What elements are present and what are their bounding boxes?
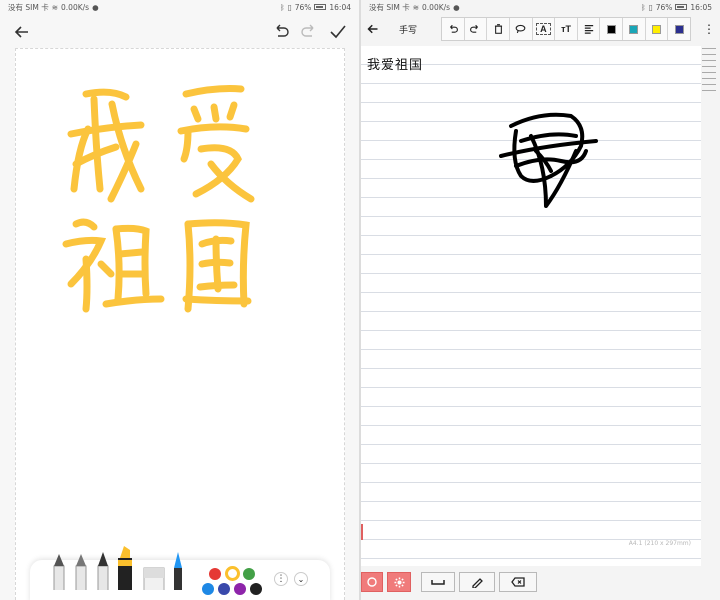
bluetooth-icon: ᛒ	[641, 2, 646, 12]
fountain-pen-icon	[53, 554, 65, 590]
color-black-dot[interactable]	[250, 583, 262, 595]
page-title: 手写	[399, 26, 418, 36]
pen-tray: ⋮ ⌄	[30, 546, 330, 600]
back-arrow-icon[interactable]	[10, 20, 34, 44]
pencil-icon	[75, 554, 87, 590]
wifi-icon: ≋	[51, 2, 59, 12]
battery-text: 76%	[294, 2, 312, 12]
color-indigo-dot[interactable]	[218, 583, 230, 595]
more-vertical-icon[interactable]: ⋮	[701, 19, 717, 39]
redo-icon[interactable]	[465, 18, 488, 40]
settings-icon[interactable]	[387, 572, 411, 592]
status-bar: 没有 SIM 卡 ≋ 0.00K/s ● ᛒ ▯ 76% 16:05	[361, 0, 720, 14]
trash-icon[interactable]	[487, 18, 510, 40]
eraser-pen-icon[interactable]	[459, 572, 495, 592]
color-swatch-teal[interactable]	[623, 18, 646, 40]
color-red-dot[interactable]	[209, 568, 221, 580]
pen-tools	[53, 546, 182, 590]
carrier-text: 没有 SIM 卡	[8, 2, 49, 12]
time-text: 16:05	[690, 2, 712, 12]
edit-toolbar: A ᴛT	[441, 17, 691, 41]
color-green-dot[interactable]	[243, 568, 255, 580]
time-text: 16:04	[329, 2, 351, 12]
color-swatch-navy[interactable]	[668, 18, 690, 40]
status-bar: 没有 SIM 卡 ≋ 0.00K/s ● ᛒ ▯ 76% 16:04	[0, 0, 359, 14]
backspace-icon[interactable]	[499, 572, 537, 592]
color-swatch-yellow[interactable]	[646, 18, 669, 40]
scribble-drawing	[499, 112, 598, 208]
lasso-icon[interactable]	[510, 18, 533, 40]
back-arrow-icon[interactable]	[363, 19, 383, 39]
drawing-canvas[interactable]	[15, 48, 345, 600]
carrier-text: 没有 SIM 卡	[369, 2, 410, 12]
undo-icon[interactable]	[442, 18, 465, 40]
ballpoint-pen-icon	[97, 552, 109, 590]
page-size-label: A4.1 (210 x 297mm)	[628, 540, 691, 547]
checkmark-icon[interactable]	[326, 20, 350, 44]
text-icon[interactable]: A	[533, 18, 556, 40]
vibrate-icon: ▯	[287, 2, 292, 12]
chevron-down-icon[interactable]: ⌄	[294, 572, 308, 586]
battery-text: 76%	[655, 2, 673, 12]
battery-icon	[675, 4, 688, 10]
color-purple-dot[interactable]	[234, 583, 246, 595]
battery-icon	[314, 4, 327, 10]
left-screen: 没有 SIM 卡 ≋ 0.00K/s ● ᛒ ▯ 76% 16:04 ⋮ ⌄	[0, 0, 359, 600]
brush-pen-icon	[174, 552, 182, 590]
color-swatch-black[interactable]	[600, 18, 624, 40]
handwriting-strokes	[62, 85, 255, 313]
edge-marker	[361, 524, 363, 540]
speed-text: 0.00K/s	[61, 2, 90, 12]
marker-pen-icon	[118, 546, 132, 590]
wifi-icon: ≋	[412, 2, 420, 12]
color-blue-dot[interactable]	[202, 583, 214, 595]
shield-icon: ●	[92, 2, 99, 12]
font-size-icon[interactable]: ᴛT	[555, 18, 578, 40]
shield-icon: ●	[453, 2, 460, 12]
note-paper[interactable]: 我爱祖国 A4.1 (210 x 297mm)	[361, 46, 701, 566]
speed-text: 0.00K/s	[422, 2, 451, 12]
bottom-toolbar	[361, 572, 720, 594]
color-yellow-dot[interactable]	[225, 566, 240, 581]
redo-icon[interactable]	[298, 20, 320, 44]
align-icon[interactable]	[578, 18, 601, 40]
circle-icon[interactable]	[361, 572, 383, 592]
app-header: 手写 A ᴛT ⋮	[361, 16, 720, 42]
vibrate-icon: ▯	[648, 2, 653, 12]
eraser-icon	[143, 567, 165, 590]
scrollbar-ticks[interactable]	[702, 48, 716, 96]
top-toolbar	[0, 18, 359, 46]
recognized-text: 我爱祖国	[367, 58, 424, 73]
more-icon[interactable]: ⋮	[274, 572, 288, 586]
space-icon[interactable]	[421, 572, 455, 592]
undo-icon[interactable]	[270, 20, 292, 44]
bluetooth-icon: ᛒ	[280, 2, 285, 12]
right-screen: 没有 SIM 卡 ≋ 0.00K/s ● ᛒ ▯ 76% 16:05 手写 A …	[361, 0, 720, 600]
text-button-label: A	[536, 23, 551, 35]
